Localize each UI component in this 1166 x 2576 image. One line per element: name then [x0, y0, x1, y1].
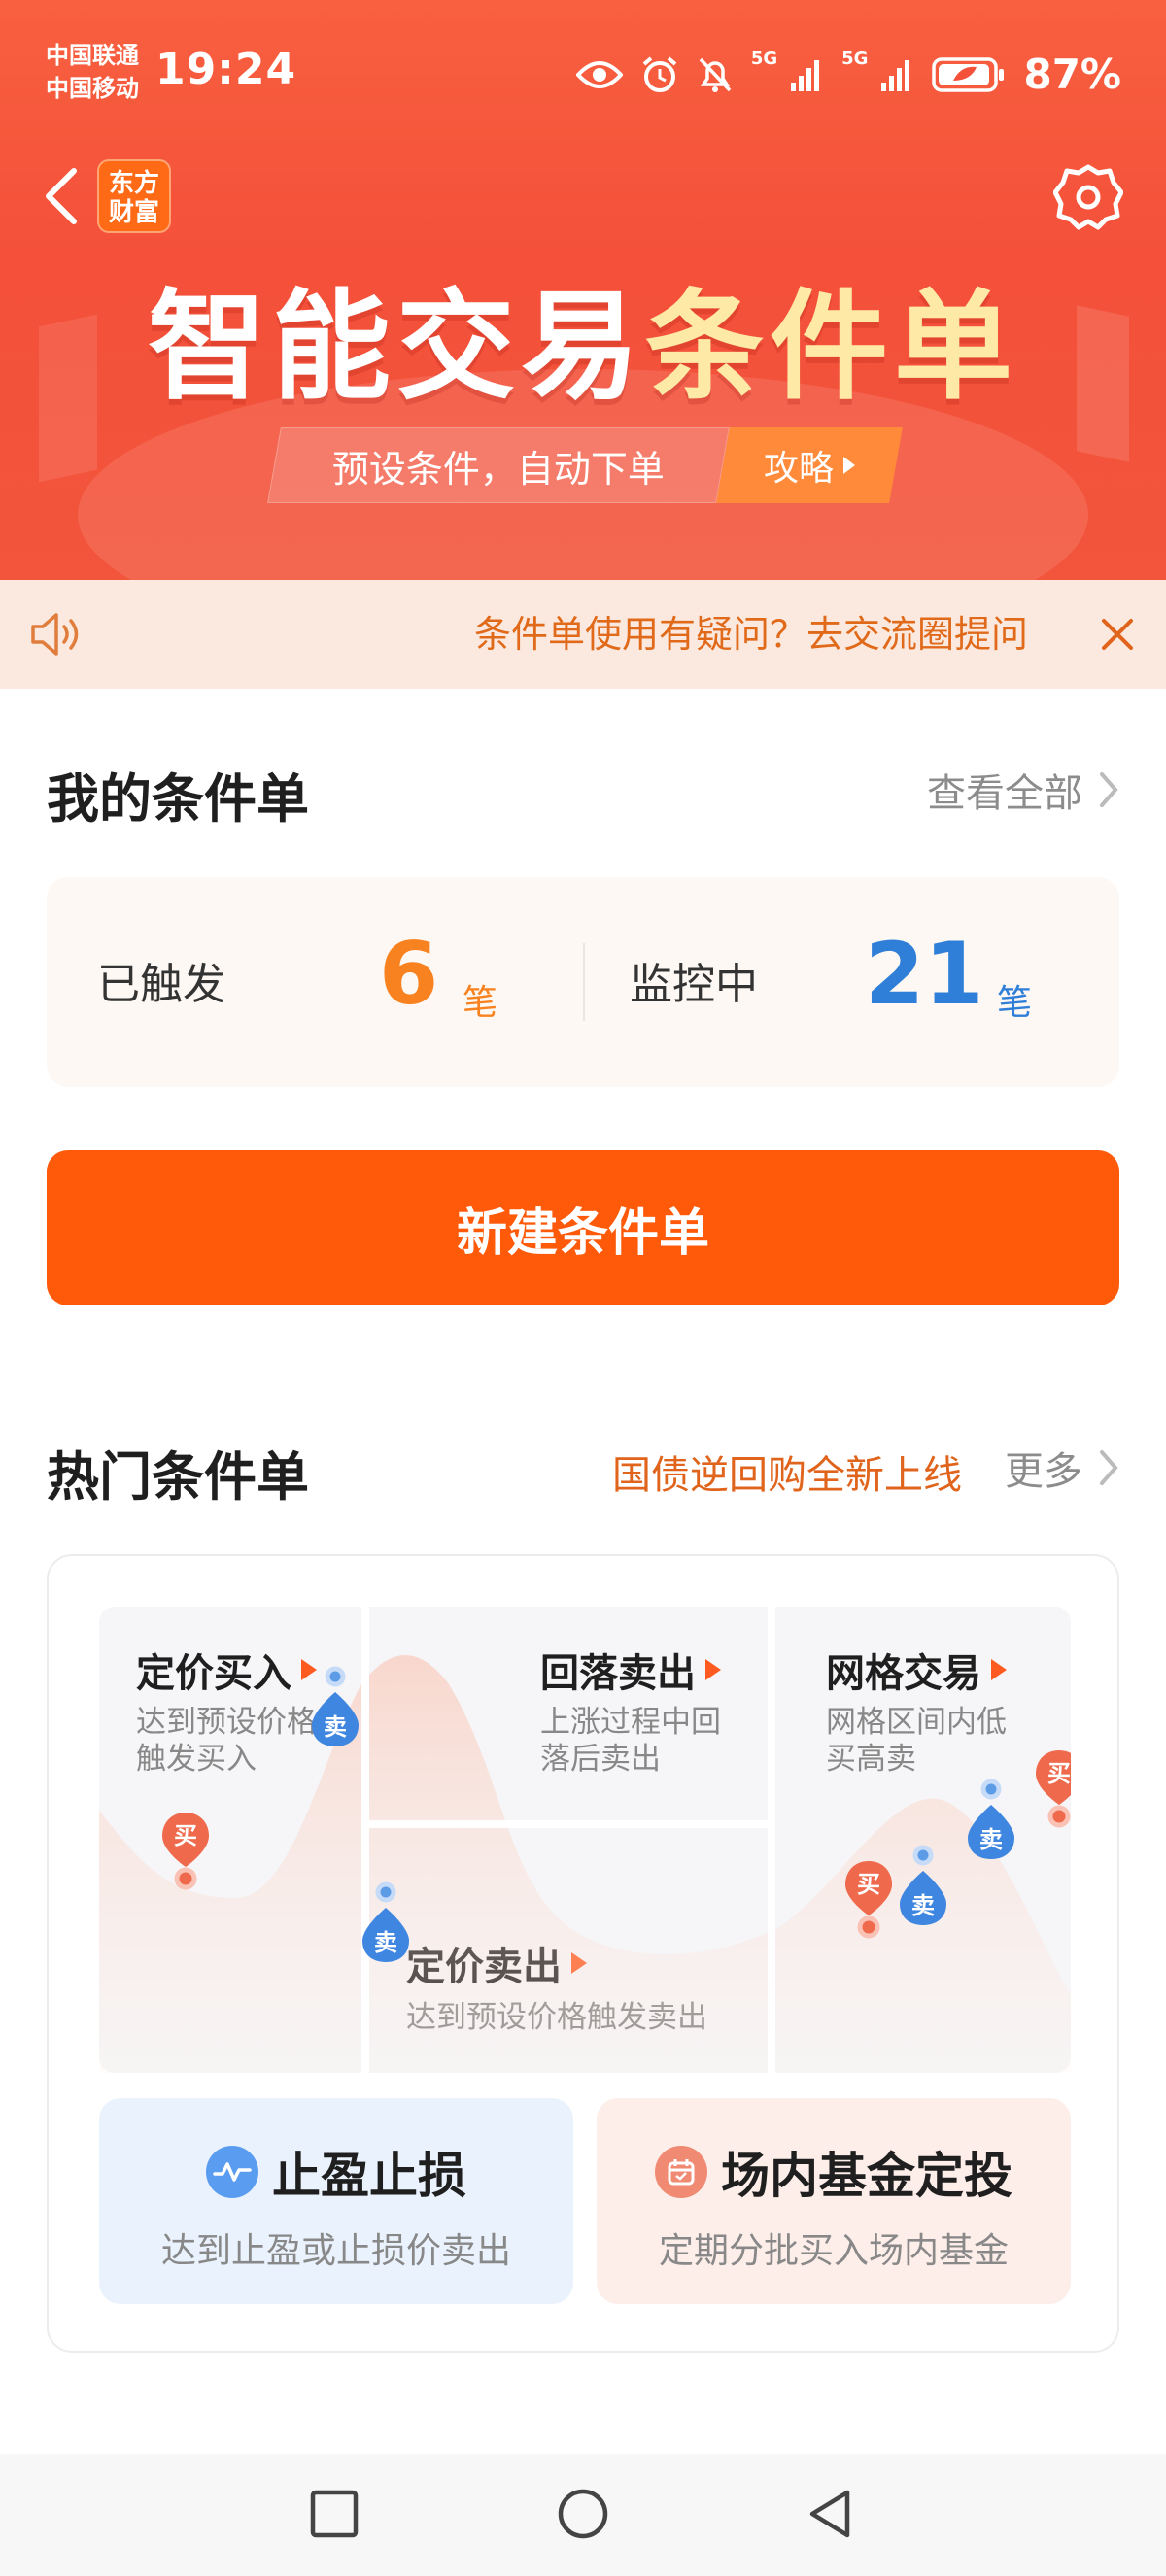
carrier-info: 中国联通 中国移动: [46, 39, 139, 105]
status-bar: 中国联通 中国移动 19:24 5G 5G 87%: [0, 0, 1166, 146]
tile-pullback-sell[interactable]: 回落卖出 上涨过程中回 落后卖出: [369, 1607, 768, 1820]
stop-profit-loss-card[interactable]: 止盈止损 达到止盈或止损价卖出: [99, 2098, 573, 2304]
hot-orders-card: 定价买入 达到预设价格 触发买入 回落卖出 上涨过程中回 落后卖出 定价卖出 达到预…: [47, 1554, 1119, 2353]
eye-icon: [575, 55, 623, 94]
tile-desc: 网格区间内低 买高卖: [826, 1705, 1007, 1777]
triggered-count: 6: [379, 924, 439, 1024]
triangle-back-icon: [809, 2490, 850, 2538]
close-icon: [1102, 619, 1133, 650]
logo-line-2: 财富: [108, 198, 159, 227]
circle-icon: [558, 2489, 608, 2539]
bell-muted-icon: [697, 55, 734, 94]
gear-icon: [1052, 164, 1124, 230]
monitoring-label: 监控中: [630, 960, 758, 1009]
fund-auto-invest-card[interactable]: 场内基金定投 定期分批买入场内基金: [597, 2098, 1071, 2304]
hero-subtitle: 预设条件，自动下单: [267, 427, 730, 503]
square-icon: [310, 2490, 359, 2538]
tile-gap: [361, 1607, 369, 2073]
battery-icon: [932, 55, 1006, 94]
tile-gap: [768, 1607, 775, 2073]
feature-title: 场内基金定投: [597, 2137, 1071, 2207]
view-all-label: 查看全部: [927, 771, 1082, 816]
back-nav-button[interactable]: [803, 2485, 861, 2543]
play-triangle-icon: [991, 1659, 1007, 1680]
back-button[interactable]: [39, 165, 87, 227]
battery-percent: 87%: [1023, 51, 1121, 98]
tile-title: 网格交易: [826, 1642, 1007, 1698]
chevron-right-icon: [1100, 1450, 1118, 1485]
tile-desc: 达到预设价格 触发买入: [136, 1705, 317, 1777]
settings-button[interactable]: [1052, 161, 1124, 231]
signal-2-icon: [879, 55, 914, 94]
hero-banner: 中国联通 中国移动 19:24 5G 5G 87% 东方 财富 智能交易条件单 …: [0, 0, 1166, 580]
status-time: 19:24: [155, 45, 297, 94]
tile-title: 回落卖出: [540, 1642, 721, 1698]
play-triangle-icon: [705, 1659, 721, 1680]
orders-stats-card: 已触发 6 笔 监控中 21 笔: [47, 877, 1119, 1087]
chevron-right-icon: [1100, 772, 1118, 807]
monitoring-unit: 笔: [997, 983, 1033, 1023]
alarm-clock-icon: [640, 55, 679, 94]
play-triangle-icon: [843, 457, 855, 474]
view-all-link[interactable]: 查看全部: [927, 762, 1119, 818]
pulse-icon: [206, 2146, 258, 2198]
screen: 中国联通 中国移动 19:24 5G 5G 87% 东方 财富 智能交易条件单 …: [0, 0, 1166, 2576]
tile-title: 定价买入: [136, 1642, 317, 1698]
tile-desc: 达到预设价格触发卖出: [406, 2000, 707, 2035]
home-button[interactable]: [554, 2485, 612, 2543]
notice-bar[interactable]: 条件单使用有疑问？去交流圈提问: [0, 580, 1166, 689]
hero-subtitle-pill: 预设条件，自动下单 攻略: [267, 427, 903, 503]
network-2-label: 5G: [841, 49, 869, 69]
stats-divider: [583, 943, 585, 1021]
close-notice-button[interactable]: [1096, 613, 1139, 656]
monitoring-count: 21: [865, 924, 984, 1024]
logo-line-1: 东方: [108, 169, 159, 198]
recent-apps-button[interactable]: [305, 2485, 363, 2543]
chevron-left-icon: [46, 168, 77, 224]
carrier-1: 中国联通: [46, 42, 139, 69]
hero-title: 智能交易条件单: [0, 251, 1166, 423]
feature-desc: 定期分批买入场内基金: [658, 2231, 1009, 2271]
hot-orders-title: 热门条件单: [47, 1446, 309, 1508]
triggered-label: 已触发: [97, 960, 225, 1009]
carrier-2: 中国移动: [46, 75, 139, 102]
play-triangle-icon: [571, 1952, 587, 1974]
hero-title-highlight: 条件单: [645, 278, 1018, 416]
tile-gap: [369, 1820, 768, 1828]
system-navigation-bar: [0, 2454, 1166, 2576]
tile-desc: 上涨过程中回 落后卖出: [540, 1705, 721, 1777]
app-logo: 东方 财富: [97, 159, 171, 233]
guide-button[interactable]: 攻略: [716, 427, 903, 503]
more-label: 更多: [1005, 1449, 1082, 1494]
hero-title-main: 智能交易: [148, 278, 645, 416]
promo-link[interactable]: 国债逆回购全新上线: [612, 1443, 962, 1500]
triggered-unit: 笔: [463, 983, 498, 1023]
play-triangle-icon: [301, 1659, 317, 1680]
guide-label: 攻略: [763, 449, 834, 489]
network-1-label: 5G: [750, 49, 778, 69]
speaker-icon: [29, 609, 84, 660]
feature-title: 止盈止损: [99, 2137, 573, 2207]
status-icons: 5G 5G 87%: [575, 49, 1121, 98]
tile-fixed-price-sell[interactable]: 定价卖出 达到预设价格触发卖出: [369, 1828, 768, 2073]
more-link[interactable]: 更多: [1005, 1440, 1119, 1496]
tile-fixed-price-buy[interactable]: 定价买入 达到预设价格 触发买入: [99, 1607, 361, 2073]
tile-grid-trading[interactable]: 网格交易 网格区间内低 买高卖: [775, 1607, 1071, 2073]
feature-desc: 达到止盈或止损价卖出: [160, 2231, 511, 2271]
notice-text[interactable]: 条件单使用有疑问？去交流圈提问: [474, 580, 1067, 689]
calendar-icon: [655, 2146, 707, 2198]
my-orders-title: 我的条件单: [47, 768, 309, 830]
signal-1-icon: [789, 55, 824, 94]
create-condition-order-button[interactable]: 新建条件单: [47, 1150, 1119, 1305]
tile-title: 定价卖出: [406, 1935, 587, 1991]
